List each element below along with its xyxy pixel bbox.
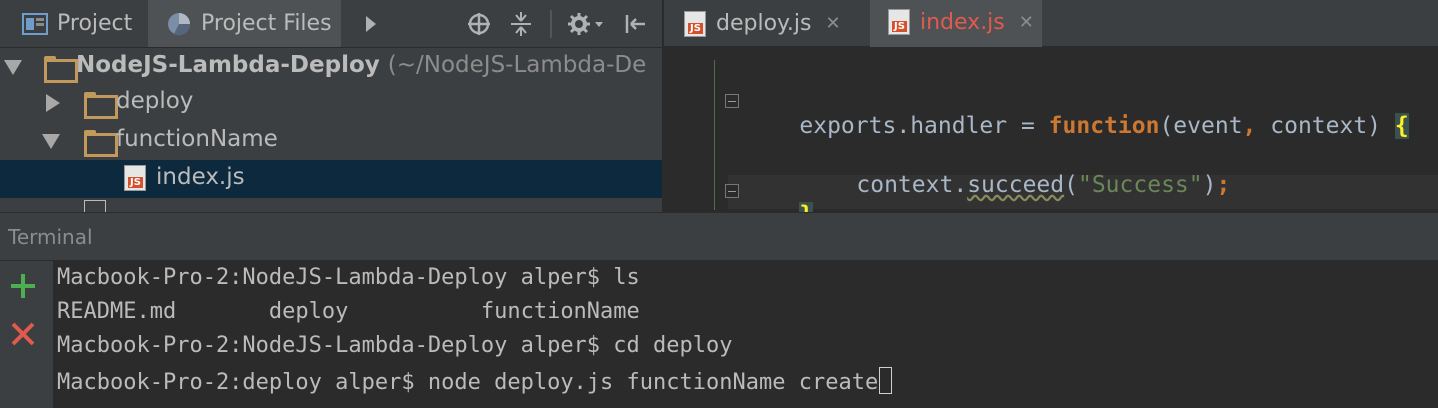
js-file-icon: JS [124, 165, 146, 191]
terminal-line: Macbook-Pro-2:NodeJS-Lambda-Deploy alper… [57, 333, 733, 358]
fold-icon[interactable] [725, 184, 739, 198]
code-line-3[interactable]: } [744, 176, 814, 212]
folder-icon [84, 130, 118, 157]
file-icon [84, 200, 106, 212]
project-tree: NodeJS-Lambda-Deploy (~/NodeJS-Lambda-De … [0, 48, 662, 212]
tree-item-deploy[interactable]: deploy [0, 84, 662, 122]
fold-icon[interactable] [725, 94, 739, 108]
code-token: . [896, 113, 911, 139]
tab-label: index.js [920, 9, 1005, 35]
terminal-sidebar [0, 261, 54, 408]
terminal-line: Macbook-Pro-2:NodeJS-Lambda-Deploy alper… [57, 265, 640, 290]
collapse-icon[interactable] [508, 11, 534, 37]
close-icon[interactable]: ✕ [1019, 12, 1034, 33]
terminal-title: Terminal [8, 224, 93, 249]
code-token: (event [1159, 113, 1243, 139]
editor: JS deploy.js ✕ JS index.js ✕ exports.han… [664, 0, 1438, 212]
close-icon [10, 321, 36, 351]
root-folder-name: NodeJS-Lambda-Deploy [76, 52, 380, 78]
code-keyword: function [1048, 113, 1160, 139]
folder-icon [84, 92, 118, 119]
crosshair-icon[interactable] [466, 11, 492, 37]
chevron-right-icon[interactable] [358, 11, 384, 37]
code-token: exports [799, 113, 897, 139]
terminal-input-line[interactable]: Macbook-Pro-2:deploy alper$ node deploy.… [57, 367, 893, 395]
terminal-cursor [879, 367, 893, 394]
toolbar-divider [550, 10, 552, 38]
code-brace: } [799, 202, 814, 212]
code-token: context) [1256, 113, 1395, 139]
editor-tab-bar: JS deploy.js ✕ JS index.js ✕ [664, 0, 1438, 47]
collapse-arrow-icon[interactable] [46, 94, 60, 112]
tab-project-files[interactable]: Project Files [148, 0, 341, 47]
change-gutter [714, 60, 715, 210]
close-terminal-button[interactable] [8, 321, 38, 351]
code-token: ) [1202, 172, 1217, 198]
code-token: ( [1064, 172, 1078, 198]
code-token: . [953, 172, 968, 198]
code-line-2[interactable]: context.succeed("Success"); [801, 146, 1230, 212]
expand-arrow-icon[interactable] [4, 60, 22, 75]
code-token: = [1007, 113, 1049, 139]
code-token: ; [1216, 172, 1231, 198]
root-folder-path: (~/NodeJS-Lambda-De [387, 52, 647, 78]
pie-chart-icon [166, 11, 192, 37]
tree-item-index-js[interactable]: JS index.js [0, 160, 662, 198]
code-token: , [1242, 113, 1257, 139]
terminal-header: Terminal [0, 212, 1438, 261]
tree-item-label: index.js [156, 164, 245, 190]
tree-item-functionName[interactable]: functionName [0, 122, 662, 160]
folder-icon [44, 56, 78, 83]
code-token: succeed [967, 172, 1065, 198]
code-token: context [856, 172, 954, 198]
hide-panel-icon[interactable] [622, 11, 648, 37]
terminal-line: README.md deploy functionName [57, 299, 640, 324]
gear-icon[interactable] [566, 11, 606, 37]
code-token: handler [910, 113, 1008, 139]
terminal-command: Macbook-Pro-2:deploy alper$ node deploy.… [57, 370, 879, 395]
add-terminal-button[interactable] [8, 273, 38, 303]
tab-project-label: Project [57, 11, 133, 36]
tree-item-label: deploy [116, 88, 194, 114]
js-file-icon: JS [684, 10, 706, 37]
terminal-output[interactable]: Macbook-Pro-2:NodeJS-Lambda-Deploy alper… [55, 261, 1438, 408]
project-icon [22, 12, 48, 35]
code-brace: { [1394, 113, 1409, 139]
tab-project[interactable]: Project [0, 0, 145, 47]
tab-project-files-label: Project Files [201, 11, 332, 36]
tree-item-label: functionName [116, 126, 278, 152]
plus-icon [10, 273, 36, 303]
js-file-icon: JS [888, 9, 910, 35]
expand-arrow-icon[interactable] [42, 134, 60, 149]
close-icon[interactable]: ✕ [826, 13, 841, 34]
project-toolbar: Project Project Files [0, 0, 662, 48]
code-string: "Success" [1077, 172, 1203, 198]
tree-root[interactable]: NodeJS-Lambda-Deploy (~/NodeJS-Lambda-De [0, 48, 662, 86]
tab-index-js[interactable]: JS index.js ✕ [870, 0, 1042, 47]
tab-label: deploy.js [716, 11, 812, 36]
tab-deploy-js[interactable]: JS deploy.js ✕ [664, 0, 868, 47]
project-panel: Project Project Files NodeJS-Lambda-Depl… [0, 0, 662, 212]
